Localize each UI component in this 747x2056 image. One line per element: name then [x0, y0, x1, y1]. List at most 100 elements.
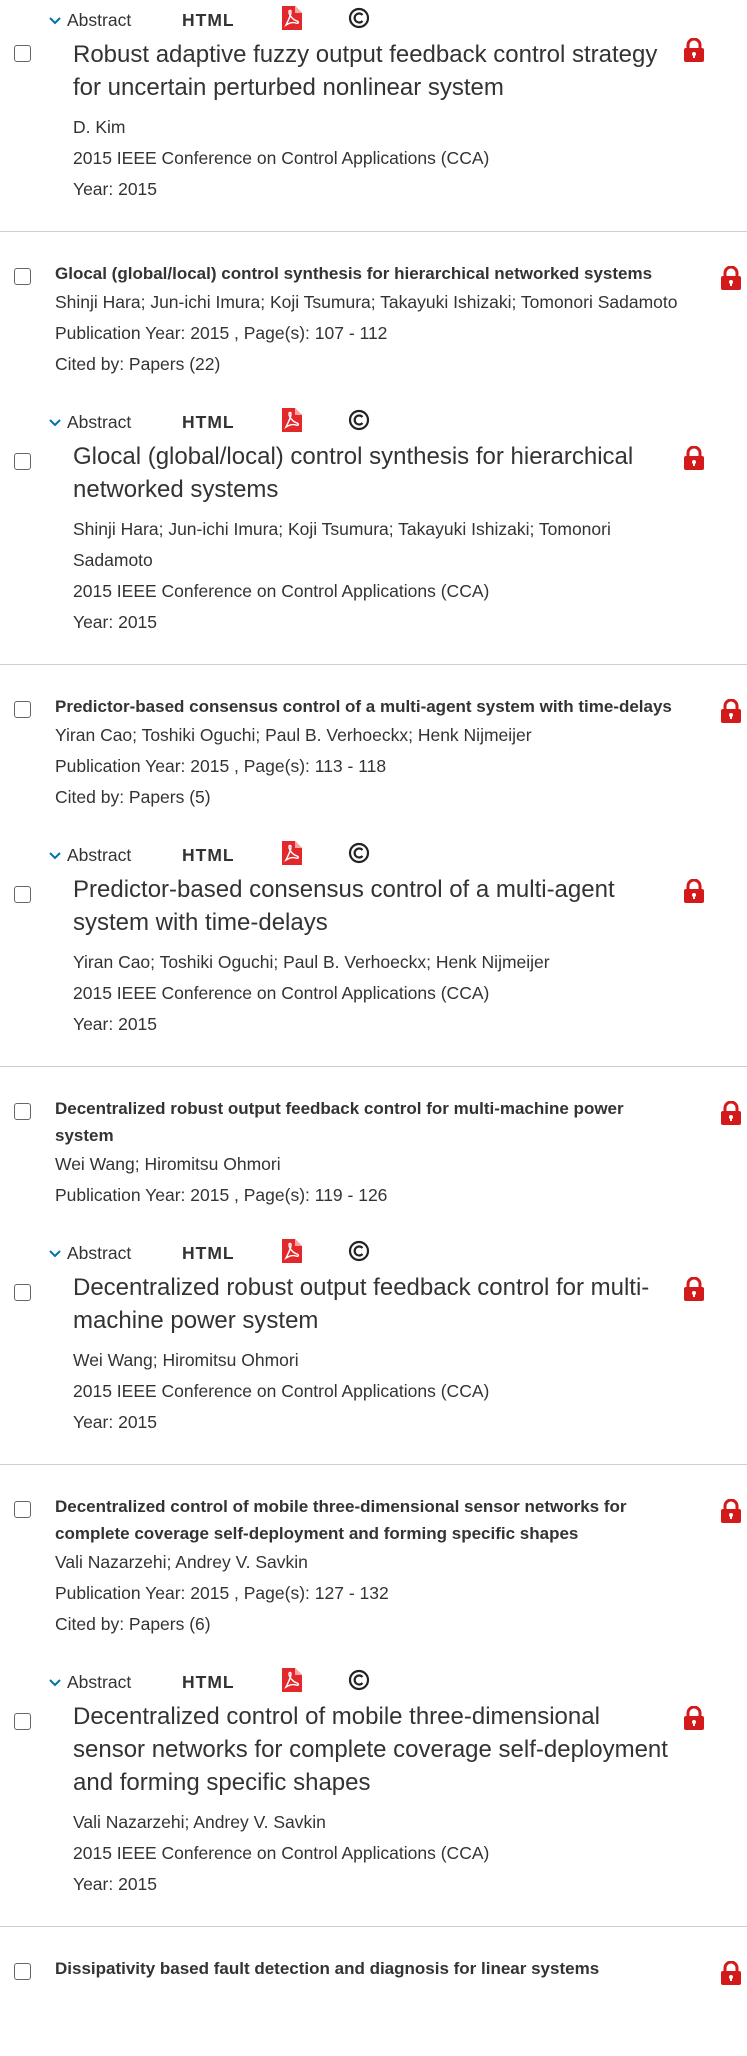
result-entry-6: Dissipativity based fault detection and …: [0, 1927, 747, 2010]
lock-icon: [720, 1498, 742, 1528]
authors[interactable]: Vali Nazarzehi; Andrey V. Savkin: [55, 1547, 685, 1578]
result-tools: Abstract HTML: [49, 840, 747, 870]
result-title[interactable]: Glocal (global/local) control synthesis …: [55, 260, 685, 287]
abstract-panel: Abstract HTML Decentralized robust outpu…: [0, 1238, 747, 1464]
lock-icon: [683, 1705, 705, 1735]
abstract-title[interactable]: Predictor-based consensus control of a m…: [73, 873, 673, 939]
pdf-icon[interactable]: [282, 1238, 348, 1268]
results-list: Abstract HTML Robust adaptive fuzzy outp…: [0, 0, 747, 2010]
abstract-toggle[interactable]: Abstract: [67, 412, 182, 433]
result-main: Dissipativity based fault detection and …: [0, 1927, 747, 2010]
lock-icon: [720, 1100, 742, 1130]
result-main: Glocal (global/local) control synthesis …: [0, 232, 747, 408]
conference[interactable]: 2015 IEEE Conference on Control Applicat…: [73, 576, 673, 607]
result-main: Predictor-based consensus control of a m…: [0, 665, 747, 841]
authors[interactable]: Shinji Hara; Jun-ichi Imura; Koji Tsumur…: [55, 287, 685, 318]
authors[interactable]: Yiran Cao; Toshiki Oguchi; Paul B. Verho…: [55, 720, 685, 751]
cited-by[interactable]: Cited by: Papers (5): [55, 782, 685, 813]
pdf-icon[interactable]: [282, 407, 348, 437]
authors[interactable]: Wei Wang; Hiromitsu Ohmori: [73, 1345, 673, 1376]
pdf-icon[interactable]: [282, 5, 348, 35]
chevron-down-icon[interactable]: [49, 1674, 67, 1690]
html-link[interactable]: HTML: [182, 845, 282, 866]
conference[interactable]: 2015 IEEE Conference on Control Applicat…: [73, 143, 673, 174]
abstract-toggle[interactable]: Abstract: [67, 845, 182, 866]
select-checkbox[interactable]: [14, 1963, 31, 1980]
select-checkbox[interactable]: [14, 886, 31, 903]
select-checkbox[interactable]: [14, 45, 31, 62]
lock-icon: [720, 265, 742, 295]
abstract-panel: Abstract HTML Decentralized control of m…: [0, 1667, 747, 1926]
result-title[interactable]: Dissipativity based fault detection and …: [55, 1955, 685, 1982]
copyright-icon[interactable]: [348, 842, 378, 869]
copyright-icon[interactable]: [348, 1240, 378, 1267]
chevron-down-icon[interactable]: [49, 1245, 67, 1261]
lock-icon: [683, 878, 705, 908]
result-tools: Abstract HTML: [49, 407, 747, 437]
year: Year: 2015: [73, 179, 158, 199]
authors[interactable]: Wei Wang; Hiromitsu Ohmori: [55, 1149, 685, 1180]
publication-info: Publication Year: 2015 , Page(s): 107 - …: [55, 323, 388, 343]
select-checkbox[interactable]: [14, 1103, 31, 1120]
select-checkbox[interactable]: [14, 1713, 31, 1730]
chevron-down-icon[interactable]: [49, 414, 67, 430]
abstract-title[interactable]: Glocal (global/local) control synthesis …: [73, 440, 673, 506]
select-checkbox[interactable]: [14, 1284, 31, 1301]
chevron-down-icon[interactable]: [49, 12, 67, 28]
result-tools: Abstract HTML: [49, 1667, 747, 1697]
cited-by[interactable]: Cited by: Papers (22): [55, 349, 685, 380]
select-checkbox[interactable]: [14, 268, 31, 285]
conference[interactable]: 2015 IEEE Conference on Control Applicat…: [73, 1838, 673, 1869]
abstract-title[interactable]: Decentralized robust output feedback con…: [73, 1271, 673, 1337]
lock-icon: [683, 37, 705, 67]
result-entry-4: Decentralized robust output feedback con…: [0, 1067, 747, 1464]
result-entry-3: Predictor-based consensus control of a m…: [0, 665, 747, 1066]
authors[interactable]: Shinji Hara; Jun-ichi Imura; Koji Tsumur…: [73, 514, 673, 576]
authors[interactable]: Yiran Cao; Toshiki Oguchi; Paul B. Verho…: [73, 947, 673, 978]
html-link[interactable]: HTML: [182, 1672, 282, 1693]
result-title[interactable]: Decentralized robust output feedback con…: [55, 1095, 685, 1149]
html-link[interactable]: HTML: [182, 10, 282, 31]
pdf-icon[interactable]: [282, 840, 348, 870]
publication-info: Publication Year: 2015 , Page(s): 127 - …: [55, 1583, 389, 1603]
lock-icon: [683, 445, 705, 475]
chevron-down-icon[interactable]: [49, 847, 67, 863]
result-title[interactable]: Decentralized control of mobile three-di…: [55, 1493, 685, 1547]
html-link[interactable]: HTML: [182, 1243, 282, 1264]
copyright-icon[interactable]: [348, 409, 378, 436]
result-entry-2: Glocal (global/local) control synthesis …: [0, 232, 747, 664]
conference[interactable]: 2015 IEEE Conference on Control Applicat…: [73, 1376, 673, 1407]
lock-icon: [720, 698, 742, 728]
lock-icon: [720, 1960, 742, 1990]
result-entry-5: Decentralized control of mobile three-di…: [0, 1465, 747, 1926]
result-main: Decentralized robust output feedback con…: [0, 1067, 747, 1239]
select-checkbox[interactable]: [14, 453, 31, 470]
year: Year: 2015: [73, 612, 158, 632]
result-main: Decentralized control of mobile three-di…: [0, 1465, 747, 1668]
abstract-panel: Abstract HTML Robust adaptive fuzzy outp…: [0, 0, 747, 231]
abstract-toggle[interactable]: Abstract: [67, 1243, 182, 1264]
result-title[interactable]: Predictor-based consensus control of a m…: [55, 693, 685, 720]
publication-info: Publication Year: 2015 , Page(s): 119 - …: [55, 1185, 388, 1205]
result-entry-1: Abstract HTML Robust adaptive fuzzy outp…: [0, 0, 747, 231]
year: Year: 2015: [73, 1014, 158, 1034]
abstract-title[interactable]: Robust adaptive fuzzy output feedback co…: [73, 38, 673, 104]
abstract-panel: Abstract HTML Predictor-based consensus …: [0, 840, 747, 1066]
pdf-icon[interactable]: [282, 1667, 348, 1697]
select-checkbox[interactable]: [14, 1501, 31, 1518]
cited-by[interactable]: Cited by: Papers (6): [55, 1609, 685, 1640]
copyright-icon[interactable]: [348, 1669, 378, 1696]
abstract-toggle[interactable]: Abstract: [67, 10, 182, 31]
conference[interactable]: 2015 IEEE Conference on Control Applicat…: [73, 978, 673, 1009]
abstract-title[interactable]: Decentralized control of mobile three-di…: [73, 1700, 673, 1799]
abstract-toggle[interactable]: Abstract: [67, 1672, 182, 1693]
select-checkbox[interactable]: [14, 701, 31, 718]
authors[interactable]: D. Kim: [73, 112, 673, 143]
result-tools: Abstract HTML: [49, 1238, 747, 1268]
lock-icon: [683, 1276, 705, 1306]
html-link[interactable]: HTML: [182, 412, 282, 433]
copyright-icon[interactable]: [348, 7, 378, 34]
year: Year: 2015: [73, 1412, 158, 1432]
authors[interactable]: Vali Nazarzehi; Andrey V. Savkin: [73, 1807, 673, 1838]
abstract-panel: Abstract HTML Glocal (global/local) cont…: [0, 407, 747, 664]
